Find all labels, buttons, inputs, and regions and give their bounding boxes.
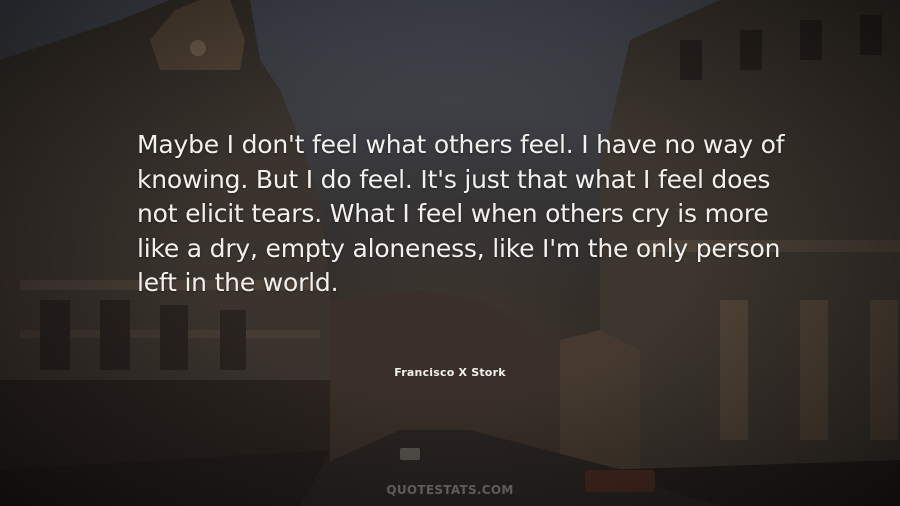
left-window [220,310,246,370]
tower-clock [190,40,206,56]
left-window [100,300,130,370]
right-window [740,30,762,70]
distant-car [400,448,420,460]
left-window [40,300,70,370]
right-window [680,40,702,80]
quote-author[interactable]: Francisco X Stork [0,366,900,379]
site-watermark: QUOTESTATS.COM [386,483,514,497]
left-window [160,305,188,370]
mid-building [560,330,640,470]
right-window [860,15,882,55]
quote-image: Maybe I don't feel what others feel. I h… [0,0,900,506]
right-window [800,20,822,60]
quote-text: Maybe I don't feel what others feel. I h… [137,130,785,297]
